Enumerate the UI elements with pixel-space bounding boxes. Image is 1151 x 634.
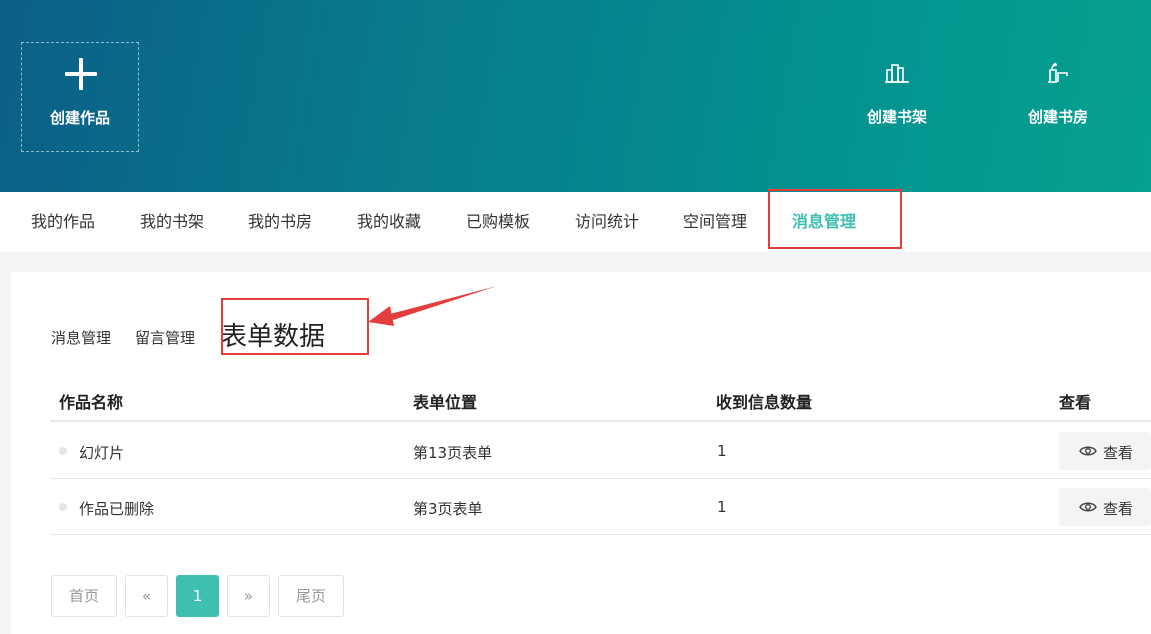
table-header: 作品名称 表单位置 收到信息数量 查看 bbox=[50, 372, 1151, 422]
create-shelf-button[interactable]: 创建书架 bbox=[842, 58, 952, 128]
first-page-button[interactable]: 首页 bbox=[51, 575, 117, 617]
study-room-icon bbox=[1048, 62, 1068, 83]
form-position: 第13页表单 bbox=[413, 444, 493, 462]
bullet-dot-icon bbox=[59, 447, 67, 455]
subtab-comments[interactable]: 留言管理 bbox=[135, 327, 195, 348]
table-row: 作品已删除 第3页表单 1 查看 bbox=[50, 479, 1151, 535]
create-study-button[interactable]: 创建书房 bbox=[1003, 58, 1113, 128]
bookshelf-icon bbox=[885, 64, 909, 83]
subtab-form-data[interactable]: 表单数据 bbox=[221, 316, 325, 353]
tab-my-favorites[interactable]: 我的收藏 bbox=[357, 192, 421, 252]
page-1-button[interactable]: 1 bbox=[176, 575, 219, 617]
column-header-form-position: 表单位置 bbox=[413, 393, 478, 412]
prev-page-button[interactable]: « bbox=[125, 575, 168, 617]
work-name: 幻灯片 bbox=[79, 444, 125, 462]
plus-icon bbox=[65, 58, 97, 90]
next-page-button[interactable]: » bbox=[227, 575, 270, 617]
last-page-button[interactable]: 尾页 bbox=[278, 575, 344, 617]
eye-icon bbox=[1079, 502, 1097, 512]
tab-my-bookshelf[interactable]: 我的书架 bbox=[140, 192, 204, 252]
create-work-button[interactable]: 创建作品 bbox=[21, 42, 139, 152]
view-button[interactable]: 查看 bbox=[1059, 432, 1151, 470]
eye-icon bbox=[1079, 446, 1097, 456]
tab-purchased-templates[interactable]: 已购模板 bbox=[466, 192, 530, 252]
header-banner: 创建作品 创建书架 创建书房 bbox=[0, 0, 1151, 192]
bullet-dot-icon bbox=[59, 503, 67, 511]
column-header-view: 查看 bbox=[1059, 393, 1092, 412]
form-position: 第3页表单 bbox=[413, 500, 483, 518]
column-header-received-count: 收到信息数量 bbox=[716, 393, 813, 412]
create-study-label: 创建书房 bbox=[1027, 108, 1088, 126]
view-button-label: 查看 bbox=[1103, 444, 1134, 462]
main-tabs: 我的作品 我的书架 我的书房 我的收藏 已购模板 访问统计 空间管理 消息管理 bbox=[0, 192, 1151, 252]
tab-space-management[interactable]: 空间管理 bbox=[683, 192, 747, 252]
view-button-label: 查看 bbox=[1103, 500, 1134, 518]
tab-my-study[interactable]: 我的书房 bbox=[248, 192, 312, 252]
create-shelf-label: 创建书架 bbox=[866, 108, 927, 126]
tab-visit-stats[interactable]: 访问统计 bbox=[575, 192, 639, 252]
view-button[interactable]: 查看 bbox=[1059, 488, 1151, 526]
tab-my-works[interactable]: 我的作品 bbox=[31, 192, 95, 252]
work-name: 作品已删除 bbox=[79, 500, 155, 518]
received-count: 1 bbox=[717, 442, 727, 460]
create-work-label: 创建作品 bbox=[49, 109, 110, 127]
table-row: 幻灯片 第13页表单 1 查看 bbox=[50, 423, 1151, 479]
column-header-work-name: 作品名称 bbox=[59, 393, 124, 412]
tab-message-management[interactable]: 消息管理 bbox=[792, 192, 856, 252]
subtab-messages[interactable]: 消息管理 bbox=[51, 327, 111, 348]
received-count: 1 bbox=[717, 498, 727, 516]
